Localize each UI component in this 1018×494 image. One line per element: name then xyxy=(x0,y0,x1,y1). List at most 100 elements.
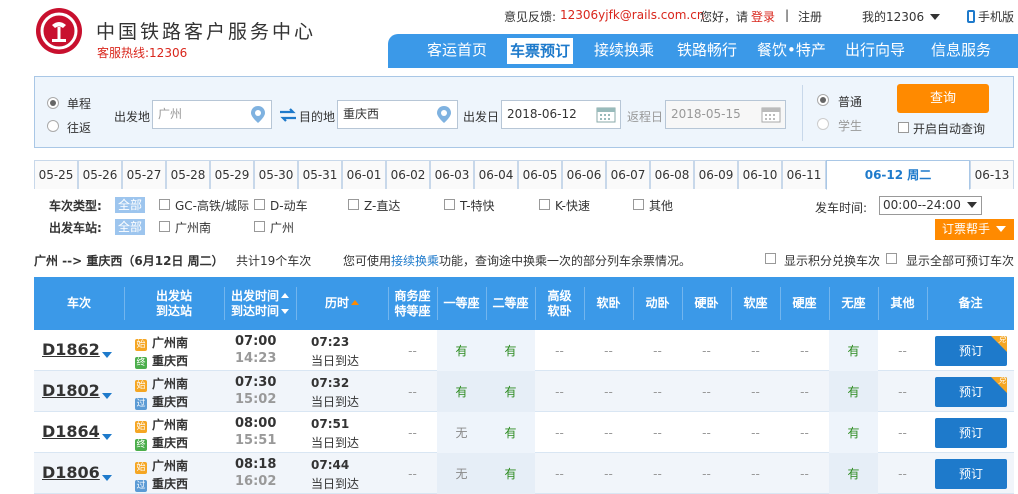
col-train[interactable]: 车次 xyxy=(34,277,124,330)
to-station-value: 重庆西 xyxy=(343,107,380,121)
railway-logo[interactable] xyxy=(36,8,82,54)
book-button[interactable]: 预订 xyxy=(935,459,1007,489)
chevron-down-icon[interactable] xyxy=(102,352,112,358)
nav-transfer[interactable]: 接续换乘 xyxy=(594,34,654,68)
date-tab[interactable]: 06-03 xyxy=(430,160,474,189)
col-soft-seat: 软座 xyxy=(743,296,768,310)
chevron-down-icon[interactable] xyxy=(102,434,112,440)
date-tab[interactable]: 06-08 xyxy=(650,160,694,189)
date-tab[interactable]: 05-30 xyxy=(254,160,298,189)
chevron-down-icon xyxy=(996,226,1007,232)
seat-second-class[interactable]: 有 xyxy=(486,412,535,453)
sort-depart-time[interactable]: 出发时间 xyxy=(231,289,289,304)
my12306-menu[interactable]: 我的12306 xyxy=(862,8,941,25)
date-tab[interactable]: 05-27 xyxy=(122,160,166,189)
type-t-checkbox[interactable] xyxy=(444,199,455,210)
transfer-link[interactable]: 接续换乘 xyxy=(391,252,439,269)
table-row: D1864 始广州南终重庆西 08:00 15:51 07:51 当日到达 -- 无有 -- --… xyxy=(34,412,1014,453)
railway-logo-icon xyxy=(40,12,78,50)
nav-railway-pass[interactable]: 铁路畅行 xyxy=(677,34,737,68)
auto-query-checkbox[interactable] xyxy=(898,122,909,133)
nav-food-specialty[interactable]: 餐饮•特产 xyxy=(757,34,826,68)
date-tab[interactable]: 05-25 xyxy=(34,160,78,189)
type-gc-checkbox[interactable] xyxy=(159,199,170,210)
round-trip-radio[interactable] xyxy=(47,120,59,132)
to-station-input[interactable]: 重庆西 xyxy=(337,100,458,129)
depart-station-all-button[interactable]: 全部 xyxy=(115,219,146,235)
nav-travel-guide[interactable]: 出行向导 xyxy=(845,34,905,68)
date-tab[interactable]: 05-31 xyxy=(298,160,342,189)
sort-duration[interactable]: 历时 xyxy=(296,277,388,330)
swap-stations-icon[interactable] xyxy=(279,107,297,123)
booking-helper-button[interactable]: 订票帮手 xyxy=(935,219,1014,240)
seat-soft-seat: -- xyxy=(751,466,760,481)
type-other-checkbox[interactable] xyxy=(633,199,644,210)
depart-date-input[interactable]: 2018-06-12 xyxy=(501,100,621,129)
search-button[interactable]: 查询 xyxy=(897,84,989,113)
show-points-checkbox[interactable] xyxy=(765,253,776,264)
seat-no-seat[interactable]: 有 xyxy=(829,371,878,412)
book-button[interactable]: 预订 兑 xyxy=(935,336,1007,366)
chevron-down-icon[interactable] xyxy=(102,475,112,481)
date-tab[interactable]: 06-07 xyxy=(606,160,650,189)
date-tab[interactable]: 06-11 xyxy=(782,160,826,189)
depart-time-label: 发车时间: xyxy=(815,201,868,215)
seat-second-class[interactable]: 有 xyxy=(486,453,535,494)
depart-station-name: 广州南 xyxy=(152,459,189,473)
type-d-checkbox[interactable] xyxy=(254,199,265,210)
date-tab[interactable]: 05-28 xyxy=(166,160,210,189)
type-z-checkbox[interactable] xyxy=(348,199,359,210)
one-way-radio[interactable] xyxy=(47,97,59,109)
seat-no-seat[interactable]: 有 xyxy=(829,412,878,453)
seat-second-class[interactable]: 有 xyxy=(486,371,535,412)
seat-first-class[interactable]: 有 xyxy=(437,371,486,412)
return-date-input[interactable]: 2018-05-15 xyxy=(665,100,786,129)
login-link[interactable]: 登录 xyxy=(751,8,775,25)
ticket-student-radio[interactable] xyxy=(817,118,829,130)
train-number-link[interactable]: D1806 xyxy=(42,463,100,482)
book-button[interactable]: 预订 兑 xyxy=(935,377,1007,407)
feedback-email-link[interactable]: 12306yjfk@rails.com.cn xyxy=(560,8,704,22)
train-number-link[interactable]: D1862 xyxy=(42,340,100,359)
date-tab[interactable]: 06-13 xyxy=(970,160,1014,189)
date-tab-active[interactable]: 06-12 周二 xyxy=(826,160,970,190)
depart-time: 07:00 xyxy=(235,334,277,349)
nav-ticket-booking[interactable]: 车票预订 xyxy=(507,38,574,64)
ticket-normal-radio[interactable] xyxy=(817,94,829,106)
depart-time: 08:00 xyxy=(235,416,277,431)
nav-info-service[interactable]: 信息服务 xyxy=(931,34,991,68)
book-button[interactable]: 预订 xyxy=(935,418,1007,448)
sort-arrive-time[interactable]: 到达时间 xyxy=(231,304,289,319)
chevron-down-icon[interactable] xyxy=(102,393,112,399)
start-station-icon: 始 xyxy=(135,462,147,474)
col-soft-sleeper: 软卧 xyxy=(596,296,621,310)
date-tab[interactable]: 06-04 xyxy=(474,160,518,189)
seat-second-class[interactable]: 有 xyxy=(486,330,535,371)
depart-time-select[interactable]: 00:00--24:00 xyxy=(879,196,982,215)
date-tab[interactable]: 06-02 xyxy=(386,160,430,189)
mobile-link[interactable]: 手机版 xyxy=(967,8,1014,25)
seat-first-class[interactable]: 有 xyxy=(437,330,486,371)
date-tab[interactable]: 06-05 xyxy=(518,160,562,189)
train-number-link[interactable]: D1802 xyxy=(42,381,100,400)
round-trip-label: 往返 xyxy=(67,121,92,135)
station-guangzhou-checkbox[interactable] xyxy=(254,221,265,232)
seat-no-seat[interactable]: 有 xyxy=(829,330,878,371)
date-tab[interactable]: 05-29 xyxy=(210,160,254,189)
station-guangzhounan-checkbox[interactable] xyxy=(159,221,170,232)
show-all-checkbox[interactable] xyxy=(886,253,897,264)
date-tab[interactable]: 06-06 xyxy=(562,160,606,189)
register-link[interactable]: 注册 xyxy=(798,8,822,25)
train-number-link[interactable]: D1864 xyxy=(42,422,100,441)
date-tab[interactable]: 05-26 xyxy=(78,160,122,189)
date-tab[interactable]: 06-09 xyxy=(694,160,738,189)
nav-home[interactable]: 客运首页 xyxy=(427,34,487,68)
from-station-input[interactable]: 广州 xyxy=(152,100,272,129)
seat-first-class[interactable]: 无 xyxy=(437,412,486,453)
train-type-all-button[interactable]: 全部 xyxy=(115,197,146,213)
type-k-checkbox[interactable] xyxy=(539,199,550,210)
date-tab[interactable]: 06-01 xyxy=(342,160,386,189)
date-tab[interactable]: 06-10 xyxy=(738,160,782,189)
seat-first-class[interactable]: 无 xyxy=(437,453,486,494)
seat-no-seat[interactable]: 有 xyxy=(829,453,878,494)
